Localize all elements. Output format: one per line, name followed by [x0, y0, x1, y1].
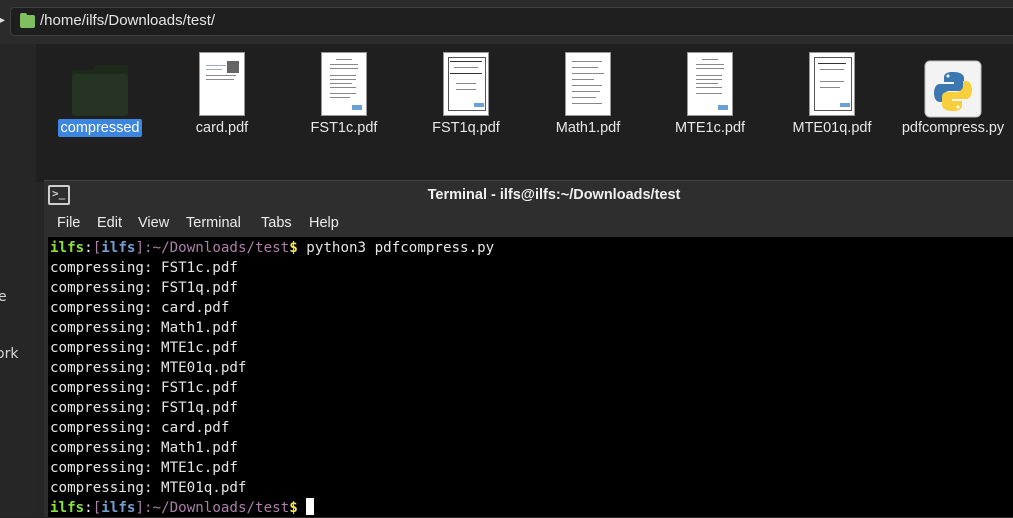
command-text: python3 pdfcompress.py	[297, 240, 495, 256]
file-item-fst1q[interactable]: FST1q.pdf	[411, 50, 521, 150]
back-arrow-icon[interactable]: ▸	[0, 13, 6, 27]
file-item-mte01q[interactable]: MTE01q.pdf	[777, 50, 887, 150]
path-input[interactable]: /home/ilfs/Downloads/test/	[10, 7, 1013, 36]
prompt-host: ilfs	[101, 500, 136, 516]
folder-icon	[72, 65, 128, 116]
output-line: compressing: MTE01q.pdf	[50, 480, 247, 496]
pdf-thumbnail-icon	[687, 52, 733, 116]
file-item-fst1c[interactable]: FST1c.pdf	[289, 50, 399, 150]
menu-edit[interactable]: Edit	[97, 215, 122, 231]
prompt-line: ilfs:[ilfs]:~/Downloads/test$	[48, 498, 1013, 518]
prompt-user: ilfs	[50, 500, 85, 516]
file-item-mte1c[interactable]: MTE1c.pdf	[655, 50, 765, 150]
window-title: Terminal - ilfs@ilfs:~/Downloads/test	[427, 187, 681, 203]
prompt-path: :~/Downloads/test	[143, 240, 290, 256]
path-text: /home/ilfs/Downloads/test/	[40, 12, 216, 29]
file-item-pdfcompress[interactable]: pdfcompress.py	[898, 50, 1008, 150]
file-item-card[interactable]: card.pdf	[167, 50, 277, 150]
command-line: ilfs:[ilfs]:~/Downloads/test$ python3 pd…	[48, 238, 1013, 258]
prompt-bracket: [	[92, 500, 102, 516]
output-line: compressing: FST1c.pdf	[50, 260, 238, 276]
text-cursor	[306, 498, 315, 515]
menu-help[interactable]: Help	[309, 215, 339, 231]
terminal-screen[interactable]: ilfs:[ilfs]:~/Downloads/test$ python3 pd…	[48, 237, 1013, 517]
file-item-compressed[interactable]: compressed	[45, 50, 155, 150]
prompt-bracket: ]	[135, 240, 144, 256]
file-item-math1[interactable]: Math1.pdf	[533, 50, 643, 150]
pdf-thumbnail-icon	[199, 52, 245, 116]
menu-terminal[interactable]: Terminal	[186, 215, 241, 231]
file-label: pdfcompress.py	[901, 120, 1005, 136]
menu-bar: File Edit View Terminal Tabs Help	[44, 211, 1013, 237]
pdf-thumbnail-icon	[443, 52, 489, 116]
pdf-thumbnail-icon	[565, 52, 611, 116]
output-line: compressing: FST1c.pdf	[50, 380, 238, 396]
sidebar-item-fragment[interactable]: ork	[0, 346, 18, 362]
python-file-icon	[924, 60, 982, 118]
prompt-dollar: $	[289, 500, 298, 516]
file-view: compressed card.pdf FST1c.pdf FST1q.pdf …	[36, 44, 1013, 182]
terminal-titlebar[interactable]: >_ Terminal - ilfs@ilfs:~/Downloads/test	[44, 181, 1013, 211]
sidebar: e ork	[0, 44, 36, 516]
output-line: compressing: card.pdf	[50, 420, 230, 436]
file-label: Math1.pdf	[555, 120, 621, 136]
output-line: compressing: MTE1c.pdf	[50, 340, 238, 356]
file-label: compressed	[45, 119, 155, 137]
file-label: card.pdf	[195, 120, 249, 136]
prompt-colon: :	[84, 240, 93, 256]
output-line: compressing: Math1.pdf	[50, 320, 238, 336]
prompt-path: :~/Downloads/test	[143, 500, 290, 516]
prompt-colon: :	[84, 500, 93, 516]
location-bar: ▸ /home/ilfs/Downloads/test/	[0, 0, 1013, 44]
menu-file[interactable]: File	[57, 215, 80, 231]
terminal-window: >_ Terminal - ilfs@ilfs:~/Downloads/test…	[44, 180, 1013, 517]
prompt-host: ilfs	[101, 240, 136, 256]
file-label: MTE01q.pdf	[792, 120, 872, 136]
output-line: compressing: Math1.pdf	[50, 440, 238, 456]
file-label: FST1q.pdf	[432, 120, 500, 136]
prompt-dollar: $	[289, 240, 298, 256]
folder-icon	[20, 13, 35, 28]
output-line: compressing: FST1q.pdf	[50, 280, 238, 296]
sidebar-item-fragment[interactable]: e	[0, 289, 7, 305]
output-line: compressing: MTE01q.pdf	[50, 360, 247, 376]
prompt-bracket: ]	[135, 500, 144, 516]
prompt-bracket: [	[92, 240, 102, 256]
output-line: compressing: MTE1c.pdf	[50, 460, 238, 476]
menu-view[interactable]: View	[138, 215, 169, 231]
pdf-thumbnail-icon	[809, 52, 855, 116]
pdf-thumbnail-icon	[321, 52, 367, 116]
file-label: FST1c.pdf	[310, 120, 378, 136]
output-line: compressing: FST1q.pdf	[50, 400, 238, 416]
menu-tabs[interactable]: Tabs	[261, 215, 292, 231]
file-label: MTE1c.pdf	[674, 120, 746, 136]
prompt-user: ilfs	[50, 240, 85, 256]
output-line: compressing: card.pdf	[50, 300, 230, 316]
